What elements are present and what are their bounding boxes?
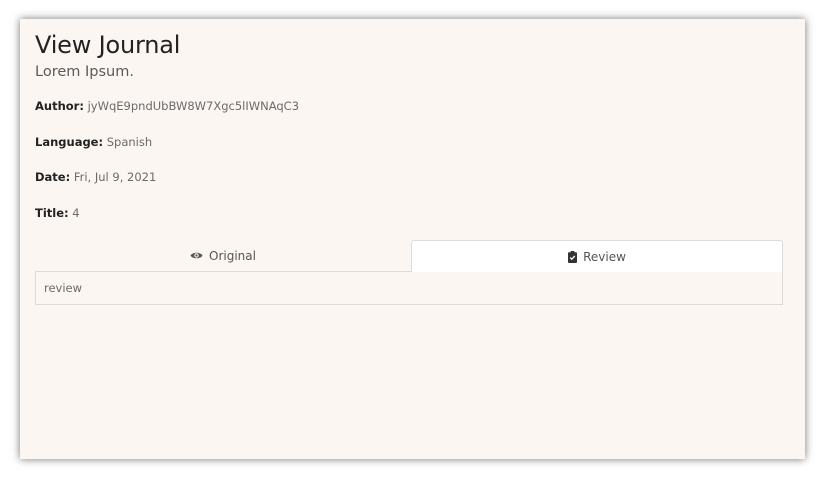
review-panel: review [35,272,783,305]
author-label: Author: [35,99,84,113]
page-title: View Journal [35,31,181,59]
eye-icon [190,251,203,260]
tab-original[interactable]: Original [35,240,411,272]
language-label: Language: [35,135,104,149]
author-value: jyWqE9pndUbBW8W7Xgc5lIWNAqC3 [87,99,300,113]
title-field: Title: 4 [35,206,80,220]
date-value: Fri, Jul 9, 2021 [73,170,157,184]
tab-review[interactable]: Review [411,240,783,272]
journal-tabs: Original Review [35,240,783,272]
title-label: Title: [35,206,69,220]
date-field: Date: Fri, Jul 9, 2021 [35,170,156,184]
tab-original-label: Original [209,248,256,263]
language-field: Language: Spanish [35,135,152,149]
language-value: Spanish [106,135,153,149]
title-value: 4 [72,206,80,220]
review-text: review [44,281,83,295]
page-subtitle: Lorem Ipsum. [35,64,134,80]
date-label: Date: [35,170,71,184]
clipboard-check-icon [568,250,578,263]
journal-card: View Journal Lorem Ipsum. Author: jyWqE9… [20,19,805,459]
author-field: Author: jyWqE9pndUbBW8W7Xgc5lIWNAqC3 [35,99,299,113]
tab-review-label: Review [583,249,626,264]
